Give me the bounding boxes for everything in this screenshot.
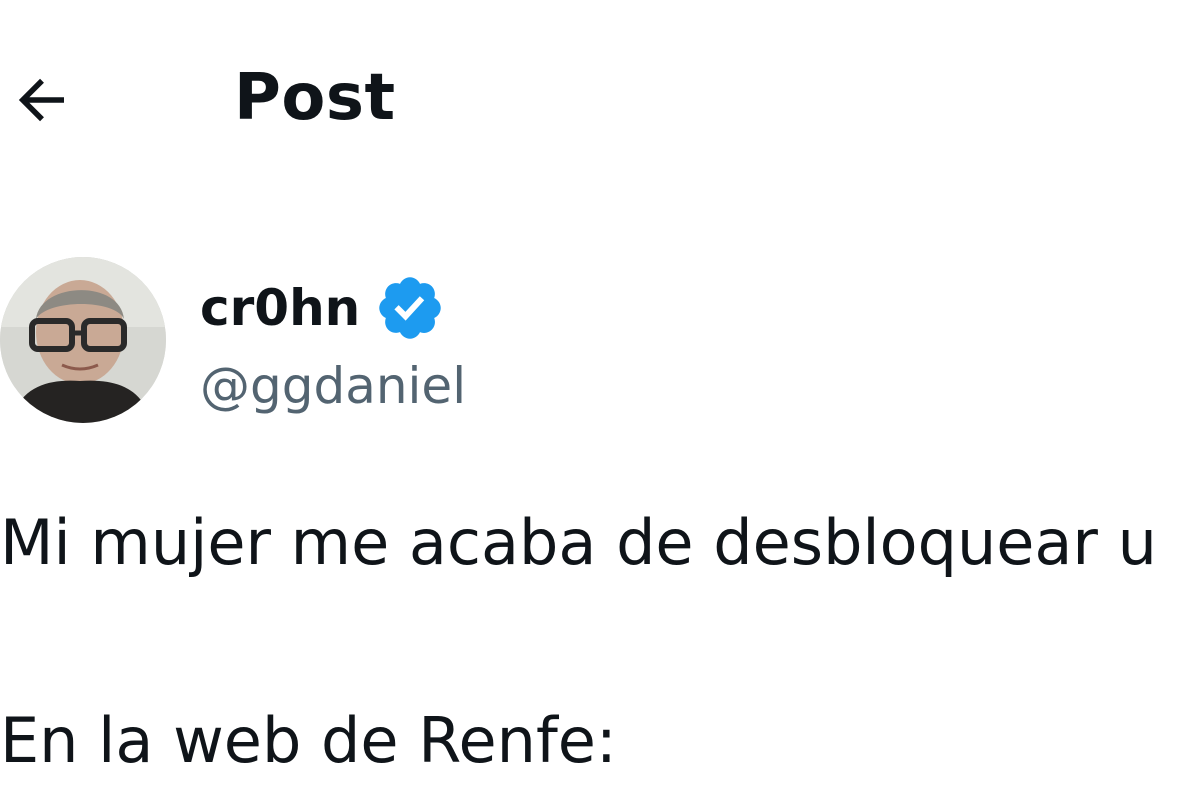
avatar[interactable] — [0, 257, 166, 423]
post-text-line: Mi mujer me acaba de desbloquear u — [0, 506, 1157, 579]
back-button[interactable] — [4, 62, 80, 138]
post-page: Post cr0hn @ggdaniel Mi mujer me acaba d… — [0, 0, 1200, 800]
post-text-line: En la web de Renfe: — [0, 704, 617, 777]
author-handle[interactable]: @ggdaniel — [200, 351, 466, 421]
display-name[interactable]: cr0hn — [200, 273, 360, 343]
avatar-photo — [0, 257, 166, 423]
arrow-left-icon — [18, 78, 64, 122]
post-header: Post — [0, 0, 1200, 190]
post-author: cr0hn @ggdaniel — [0, 255, 1200, 435]
page-title: Post — [234, 61, 396, 135]
display-name-row: cr0hn — [200, 273, 446, 343]
verified-badge-icon[interactable] — [374, 272, 446, 344]
post-text: Mi mujer me acaba de desbloquear u En la… — [0, 492, 1200, 800]
